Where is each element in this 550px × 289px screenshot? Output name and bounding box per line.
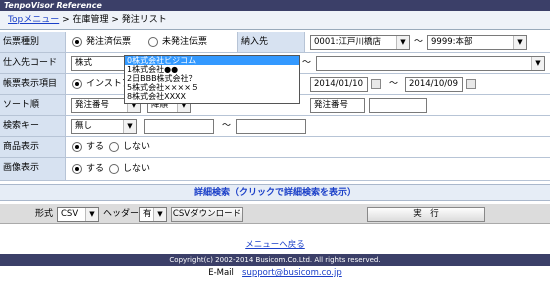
slip-unordered-radio[interactable] [148,37,158,47]
calendar-icon[interactable] [466,79,476,89]
breadcrumb-separator: > [108,15,122,25]
instore-radio[interactable] [72,79,82,89]
detail-search-toggle[interactable]: 詳細検索（クリックで詳細検索を表示） [0,184,550,201]
sort-label: ソート順 [0,95,66,115]
product-show-radio[interactable] [72,142,82,152]
copyright-text: Copyright(c) 2002-2014 Busicom.Co.Ltd. A… [0,254,550,266]
slip-type-label: 伝票種別 [0,32,66,52]
format-select[interactable]: CSV ▼ [57,207,99,222]
chevron-down-icon: ▼ [531,57,544,70]
output-toolbar: 形式 CSV ▼ ヘッダー 有 ▼ CSVダウンロード 実 行 [0,204,550,224]
image-hide-label: しない [123,164,151,174]
slip-ordered-radio[interactable] [72,37,82,47]
chevron-down-icon: ▼ [85,208,98,221]
delivery-from-value: 0001:江戸川橋店 [314,37,381,47]
date-tilde: ～ [389,79,399,89]
sort-field-value: 発注番号 [75,100,110,110]
chevron-down-icon: ▼ [153,208,166,221]
email-link[interactable]: support@busicom.co.jp [242,268,342,278]
product-hide-label: しない [123,142,151,152]
supplier-suggestion-item[interactable]: 0株式会社ビジコム [125,56,299,65]
header-select[interactable]: 有 ▼ [139,207,167,222]
search-key-tilde: ～ [222,121,232,131]
calendar-icon[interactable] [371,79,381,89]
delivery-from-select[interactable]: 0001:江戸川橋店 ▼ [310,35,410,50]
product-hide-radio[interactable] [109,142,119,152]
order-number-label: 発注番号 [310,98,365,113]
search-key-to-input[interactable] [236,119,306,134]
supplier-suggestion-item[interactable]: 2日BBB株式会社？ [125,74,299,83]
app-title: TenpoVisor Reference [0,0,550,11]
supplier-suggestion-item[interactable]: 8株式会社XXXX [125,92,299,101]
delivery-label: 納入先 [237,32,305,52]
email-label: E-Mail [208,268,234,278]
breadcrumb-top-link[interactable]: Topメニュー [8,15,59,25]
date-to-input[interactable]: 2014/10/09 [405,77,463,92]
supplier-code-label: 仕入先コード [0,53,66,73]
header-value: 有 [143,209,152,219]
supplier-tilde: ～ [302,58,312,68]
image-display-row: 画像表示 する しない [0,158,550,181]
supplier-suggestion-list: 0株式会社ビジコム 1株式会社●● 2日BBB株式会社？ 5株式会社××××５ … [124,55,300,104]
email-line: E-Mail support@busicom.co.jp [0,268,550,278]
product-show-label: する [86,142,105,152]
breadcrumb-inventory: 在庫管理 [72,15,109,25]
search-key-select[interactable]: 無し ▼ [71,119,137,134]
page-title: 発注リスト [121,15,167,25]
format-label: 形式 [35,209,54,219]
product-display-row: 商品表示 する しない [0,137,550,158]
breadcrumb: Topメニュー > 在庫管理 > 発注リスト [0,11,550,30]
supplier-suggestion-item[interactable]: 1株式会社●● [125,65,299,74]
supplier-suggestion-item[interactable]: 5株式会社××××５ [125,83,299,92]
chevron-down-icon: ▼ [123,120,136,133]
supplier-code-to-select[interactable]: ▼ [316,56,545,71]
date-from-input[interactable]: 2014/01/10 [310,77,368,92]
report-item-label: 帳票表示項目 [0,74,66,94]
search-key-row: 検索キー 無し ▼ ～ [0,116,550,137]
csv-download-button[interactable]: CSVダウンロード [171,207,243,222]
search-key-from-input[interactable] [144,119,214,134]
menu-back-link[interactable]: メニューへ戻る [245,240,305,250]
slip-type-row: 伝票種別 発注済伝票 未発注伝票 納入先 0001:江戸川橋店 ▼ ～ 9999:… [0,32,550,53]
chevron-down-icon: ▼ [513,36,526,49]
breadcrumb-separator: > [59,15,73,25]
header-label: ヘッダー [103,209,140,219]
delivery-to-value: 9999:本部 [431,37,473,47]
delivery-tilde: ～ [414,37,424,47]
execute-button[interactable]: 実 行 [367,207,485,222]
search-key-value: 無し [75,121,93,131]
slip-unordered-label: 未発注伝票 [162,37,208,47]
chevron-down-icon: ▼ [396,36,409,49]
slip-ordered-label: 発注済伝票 [86,37,132,47]
format-value: CSV [61,209,79,219]
menu-back-container: メニューへ戻る [0,238,550,250]
search-key-label: 検索キー [0,116,66,136]
image-show-label: する [86,164,105,174]
image-show-radio[interactable] [72,164,82,174]
image-hide-radio[interactable] [109,164,119,174]
order-number-input[interactable] [369,98,427,113]
delivery-to-select[interactable]: 9999:本部 ▼ [427,35,527,50]
image-display-label: 画像表示 [0,158,66,180]
product-display-label: 商品表示 [0,137,66,157]
